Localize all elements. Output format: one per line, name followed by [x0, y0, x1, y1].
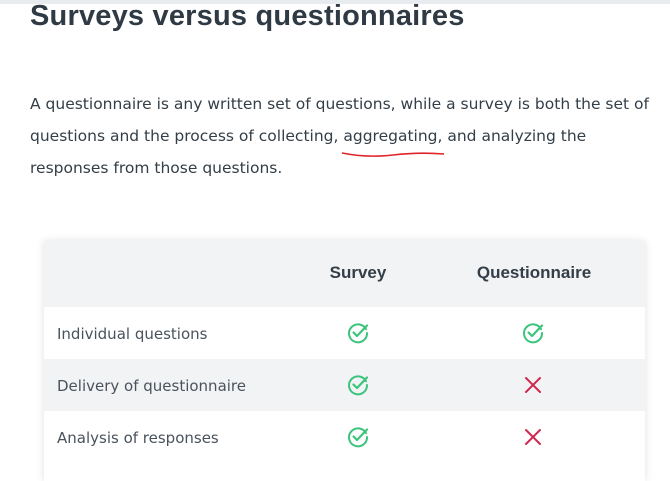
spellcheck-word[interactable]: aggregating	[342, 120, 445, 157]
column-header-questionnaire: Questionnaire	[476, 263, 592, 282]
table-row: Analysis of responses	[44, 411, 645, 463]
check-circle-icon	[523, 323, 544, 344]
row-label: Delivery of questionnaire	[57, 377, 246, 395]
column-header-survey: Survey	[329, 263, 387, 282]
check-circle-icon	[348, 427, 369, 448]
intro-paragraph: A questionnaire is any written set of qu…	[30, 88, 660, 184]
x-mark-icon	[525, 377, 541, 393]
table-row: Individual questions	[44, 307, 645, 359]
spellcheck-word-text: aggregating	[343, 127, 438, 145]
table-row: Delivery of questionnaire	[44, 359, 645, 411]
spellcheck-underline	[342, 152, 445, 157]
table-header-row: Survey Questionnaire	[44, 241, 645, 307]
row-label: Individual questions	[57, 325, 208, 343]
page-heading: Surveys versus questionnaires	[30, 0, 465, 32]
check-circle-icon	[348, 323, 369, 344]
comparison-table: Survey Questionnaire Individual question…	[44, 241, 645, 481]
x-mark-icon	[525, 429, 541, 445]
check-circle-icon	[348, 375, 369, 396]
row-label: Analysis of responses	[57, 429, 219, 447]
